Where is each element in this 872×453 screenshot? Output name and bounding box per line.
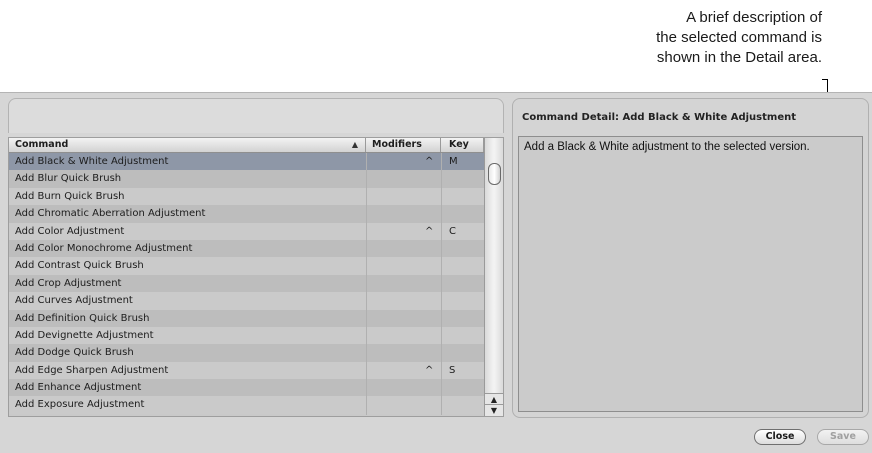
row-command-cell: Add Chromatic Aberration Adjustment xyxy=(15,208,206,220)
close-button[interactable]: Close xyxy=(754,429,806,445)
table-row[interactable]: Add Definition Quick Brush xyxy=(9,309,484,327)
table-row[interactable]: Add Curves Adjustment xyxy=(9,292,484,310)
callout-line-2: the selected command is xyxy=(656,29,822,46)
table-row[interactable]: Add Crop Adjustment xyxy=(9,274,484,293)
search-area xyxy=(8,98,504,133)
command-detail-title: Command Detail: Add Black & White Adjust… xyxy=(522,112,796,123)
table-row[interactable]: Add Devignette Adjustment xyxy=(9,326,484,345)
list-header: Command ▲ Modifiers Key xyxy=(9,138,484,153)
row-command-cell: Add Exposure Adjustment xyxy=(15,399,145,411)
table-row[interactable]: Add Color Adjustment ^ C xyxy=(9,222,484,240)
sort-ascending-icon: ▲ xyxy=(351,140,358,149)
row-key-cell: M xyxy=(449,156,458,167)
save-button[interactable]: Save xyxy=(817,429,869,445)
table-row[interactable]: Add Blur Quick Brush xyxy=(9,170,484,188)
row-command-cell: Add Devignette Adjustment xyxy=(15,329,154,341)
row-command-cell: Add Black & White Adjustment xyxy=(15,156,169,167)
table-row[interactable]: Add Black & White Adjustment ^ M xyxy=(9,153,484,171)
command-rows: Add Black & White Adjustment ^ M Add Blur Q… xyxy=(9,153,484,415)
command-detail-panel: Command Detail: Add Black & White Adjust… xyxy=(512,98,869,418)
table-row[interactable]: Add Contrast Quick Brush xyxy=(9,257,484,275)
command-editor-window: Command ▲ Modifiers Key Add Black & Whit… xyxy=(0,92,872,453)
vertical-scrollbar[interactable]: ▲ ▼ xyxy=(484,138,503,416)
table-row[interactable]: Add Enhance Adjustment xyxy=(9,379,484,397)
row-command-cell: Add Enhance Adjustment xyxy=(15,382,142,394)
row-command-cell: Add Edge Sharpen Adjustment xyxy=(15,364,169,376)
row-command-cell: Add Crop Adjustment xyxy=(15,277,122,289)
table-row[interactable]: Add Chromatic Aberration Adjustment xyxy=(9,205,484,223)
scroll-down-arrow-icon[interactable]: ▼ xyxy=(485,404,503,416)
column-header-key[interactable]: Key xyxy=(441,138,484,152)
row-command-cell: Add Color Adjustment xyxy=(15,225,125,237)
row-command-cell: Add Curves Adjustment xyxy=(15,295,133,307)
row-command-cell: Add Blur Quick Brush xyxy=(15,173,122,185)
table-row[interactable]: Add Burn Quick Brush xyxy=(9,187,484,206)
row-command-cell: Add Definition Quick Brush xyxy=(15,312,150,324)
callout-line-1: A brief description of xyxy=(686,9,822,26)
row-command-cell: Add Dodge Quick Brush xyxy=(15,347,134,359)
callout-line-3: shown in the Detail area. xyxy=(656,49,822,66)
row-command-cell: Add Color Monochrome Adjustment xyxy=(15,242,193,254)
column-header-modifiers[interactable]: Modifiers xyxy=(366,138,441,152)
callout-text: A brief description of the selected comm… xyxy=(560,8,822,68)
detail-area: Add a Black & White adjustment to the se… xyxy=(518,136,863,412)
table-row[interactable]: Add Edge Sharpen Adjustment ^ S xyxy=(9,361,484,380)
table-row[interactable]: Add Dodge Quick Brush xyxy=(9,344,484,362)
row-command-cell: Add Contrast Quick Brush xyxy=(15,260,144,272)
row-modifiers-cell: ^ xyxy=(425,156,434,167)
column-header-command[interactable]: Command ▲ xyxy=(9,138,366,152)
detail-description: Add a Black & White adjustment to the se… xyxy=(524,141,810,153)
table-row[interactable]: Add Exposure Adjustment xyxy=(9,396,484,414)
column-divider xyxy=(366,153,367,415)
row-modifiers-cell: ^ xyxy=(425,225,434,237)
row-key-cell: C xyxy=(449,225,456,237)
column-divider xyxy=(441,153,442,415)
command-list: Command ▲ Modifiers Key Add Black & Whit… xyxy=(8,137,504,417)
column-header-command-label: Command xyxy=(15,139,69,150)
row-key-cell: S xyxy=(449,364,456,376)
row-modifiers-cell: ^ xyxy=(425,364,434,376)
scroll-thumb[interactable] xyxy=(488,163,501,185)
callout-leader-tick xyxy=(822,79,828,80)
row-command-cell: Add Burn Quick Brush xyxy=(15,190,125,202)
table-row[interactable]: Add Color Monochrome Adjustment xyxy=(9,239,484,258)
